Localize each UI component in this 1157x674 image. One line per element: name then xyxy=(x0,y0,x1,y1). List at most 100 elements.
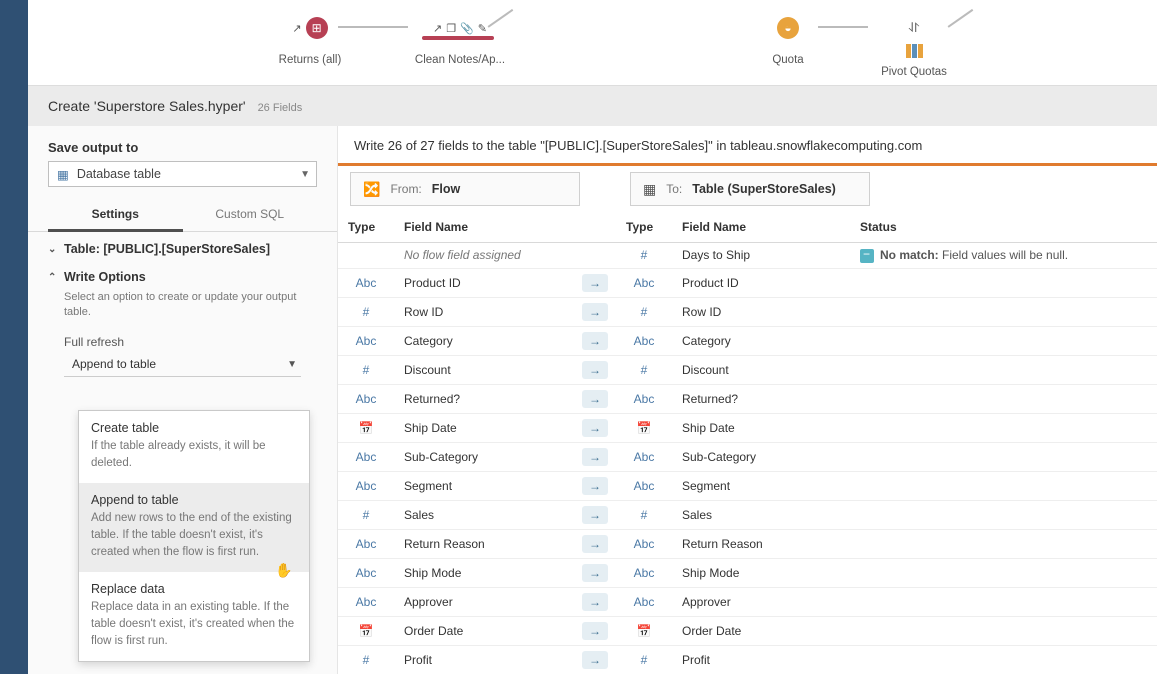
from-type: Abc xyxy=(338,442,394,471)
table-row[interactable]: AbcProduct ID→AbcProduct ID xyxy=(338,268,1157,297)
map-arrow[interactable]: → xyxy=(572,616,616,645)
table-row[interactable]: #Row ID→#Row ID xyxy=(338,297,1157,326)
write-option-select[interactable]: Append to table ▼ xyxy=(64,353,301,377)
pivot-bar-icon xyxy=(918,44,923,58)
col-type-from[interactable]: Type xyxy=(338,212,394,243)
to-field: Sub-Category xyxy=(672,442,850,471)
save-output-value: Database table xyxy=(77,167,161,181)
section-table[interactable]: ⌄ Table: [PUBLIC].[SuperStoreSales] xyxy=(48,242,317,256)
table-row[interactable]: 📅Order Date→📅Order Date xyxy=(338,616,1157,645)
from-field: Segment xyxy=(394,471,572,500)
map-arrow[interactable]: → xyxy=(572,500,616,529)
arrow-right-icon: → xyxy=(582,419,608,437)
to-type: Abc xyxy=(616,326,672,355)
table-row[interactable]: AbcShip Mode→AbcShip Mode xyxy=(338,558,1157,587)
dd-title: Create table xyxy=(91,421,297,435)
copy-icon: ❐ xyxy=(446,22,456,35)
map-arrow[interactable]: → xyxy=(572,645,616,674)
table-row[interactable]: No flow field assigned#Days to ShipNo ma… xyxy=(338,243,1157,269)
map-arrow[interactable]: → xyxy=(572,587,616,616)
to-field: Category xyxy=(672,326,850,355)
from-type: Abc xyxy=(338,384,394,413)
dd-desc: Replace data in an existing table. If th… xyxy=(91,599,297,649)
map-arrow[interactable]: → xyxy=(572,384,616,413)
map-arrow[interactable] xyxy=(572,243,616,269)
export-icon: ↗ xyxy=(433,22,442,35)
table-row[interactable]: AbcCategory→AbcCategory xyxy=(338,326,1157,355)
col-field-to[interactable]: Field Name xyxy=(672,212,850,243)
col-type-to[interactable]: Type xyxy=(616,212,672,243)
table-row[interactable]: AbcSegment→AbcSegment xyxy=(338,471,1157,500)
save-output-select[interactable]: ▦ Database table ▼ xyxy=(48,161,317,187)
from-field: Returned? xyxy=(394,384,572,413)
table-row[interactable]: AbcApprover→AbcApprover xyxy=(338,587,1157,616)
database-icon: ▦ xyxy=(57,167,69,182)
table-row[interactable]: 📅Ship Date→📅Ship Date xyxy=(338,413,1157,442)
map-arrow[interactable]: → xyxy=(572,471,616,500)
flow-node-returns[interactable]: ↗ ⊞ Returns (all) xyxy=(250,10,370,66)
tab-custom-sql[interactable]: Custom SQL xyxy=(183,199,318,231)
table-row[interactable]: #Profit→#Profit xyxy=(338,645,1157,674)
from-field: Sales xyxy=(394,500,572,529)
attach-icon: 📎 xyxy=(460,22,474,35)
to-type: Abc xyxy=(616,442,672,471)
table-row[interactable]: #Discount→#Discount xyxy=(338,355,1157,384)
to-type: # xyxy=(616,297,672,326)
map-arrow[interactable]: → xyxy=(572,413,616,442)
write-option-append[interactable]: Append to table Add new rows to the end … xyxy=(79,483,309,572)
flow-icon: 🔀 xyxy=(363,181,380,198)
table-row[interactable]: AbcReturned?→AbcReturned? xyxy=(338,384,1157,413)
from-type: Abc xyxy=(338,587,394,616)
col-field-from[interactable]: Field Name xyxy=(394,212,572,243)
no-match-icon xyxy=(860,249,874,263)
status-cell xyxy=(850,616,1157,645)
from-header: 🔀 From: Flow xyxy=(350,172,580,206)
flow-node-clean[interactable]: ↗ ❐ 📎 ✎ Clean Notes/Ap... xyxy=(400,10,520,66)
sidebar-tabs: Settings Custom SQL xyxy=(28,199,337,232)
map-arrow[interactable]: → xyxy=(572,529,616,558)
table-row[interactable]: #Sales→#Sales xyxy=(338,500,1157,529)
tab-settings[interactable]: Settings xyxy=(48,199,183,232)
to-field: Sales xyxy=(672,500,850,529)
table-icon: ▦ xyxy=(643,181,656,198)
arrow-right-icon: → xyxy=(582,477,608,495)
from-field: Category xyxy=(394,326,572,355)
chevron-down-icon: ▼ xyxy=(300,169,310,180)
chevron-down-icon: ▼ xyxy=(287,359,297,370)
from-type: # xyxy=(338,355,394,384)
status-cell xyxy=(850,558,1157,587)
table-row[interactable]: AbcReturn Reason→AbcReturn Reason xyxy=(338,529,1157,558)
to-type: # xyxy=(616,355,672,384)
from-field: Product ID xyxy=(394,268,572,297)
from-label: From: xyxy=(390,182,421,196)
flow-node-pivot[interactable]: ⥯ Pivot Quotas xyxy=(854,10,974,78)
col-status[interactable]: Status xyxy=(850,212,1157,243)
status-cell xyxy=(850,471,1157,500)
write-option-create-table[interactable]: Create table If the table already exists… xyxy=(79,411,309,483)
arrow-right-icon: → xyxy=(582,564,608,582)
arrow-right-icon: → xyxy=(582,303,608,321)
flow-canvas: ↗ ⊞ Returns (all) ↗ ❐ 📎 ✎ Clean Notes/Ap… xyxy=(28,0,1157,85)
map-arrow[interactable]: → xyxy=(572,558,616,587)
to-label: To: xyxy=(666,182,682,196)
field-mapping-grid: Type Field Name Type Field Name Status N… xyxy=(338,212,1157,674)
from-field: Profit xyxy=(394,645,572,674)
status-cell xyxy=(850,268,1157,297)
map-arrow[interactable]: → xyxy=(572,297,616,326)
map-arrow[interactable]: → xyxy=(572,442,616,471)
to-type: 📅 xyxy=(616,616,672,645)
to-field: Return Reason xyxy=(672,529,850,558)
write-option-value: Append to table xyxy=(72,357,156,371)
write-option-replace[interactable]: Replace data Replace data in an existing… xyxy=(79,572,309,661)
to-field: Segment xyxy=(672,471,850,500)
flow-node-quota[interactable]: ◒ Quota xyxy=(728,10,848,66)
status-cell xyxy=(850,500,1157,529)
map-arrow[interactable]: → xyxy=(572,355,616,384)
map-arrow[interactable]: → xyxy=(572,268,616,297)
section-write-options[interactable]: ⌃ Write Options xyxy=(48,270,317,284)
union-icon: ⊞ xyxy=(306,17,328,39)
table-row[interactable]: AbcSub-Category→AbcSub-Category xyxy=(338,442,1157,471)
dd-title: Replace data xyxy=(91,582,297,596)
from-field: Ship Mode xyxy=(394,558,572,587)
map-arrow[interactable]: → xyxy=(572,326,616,355)
